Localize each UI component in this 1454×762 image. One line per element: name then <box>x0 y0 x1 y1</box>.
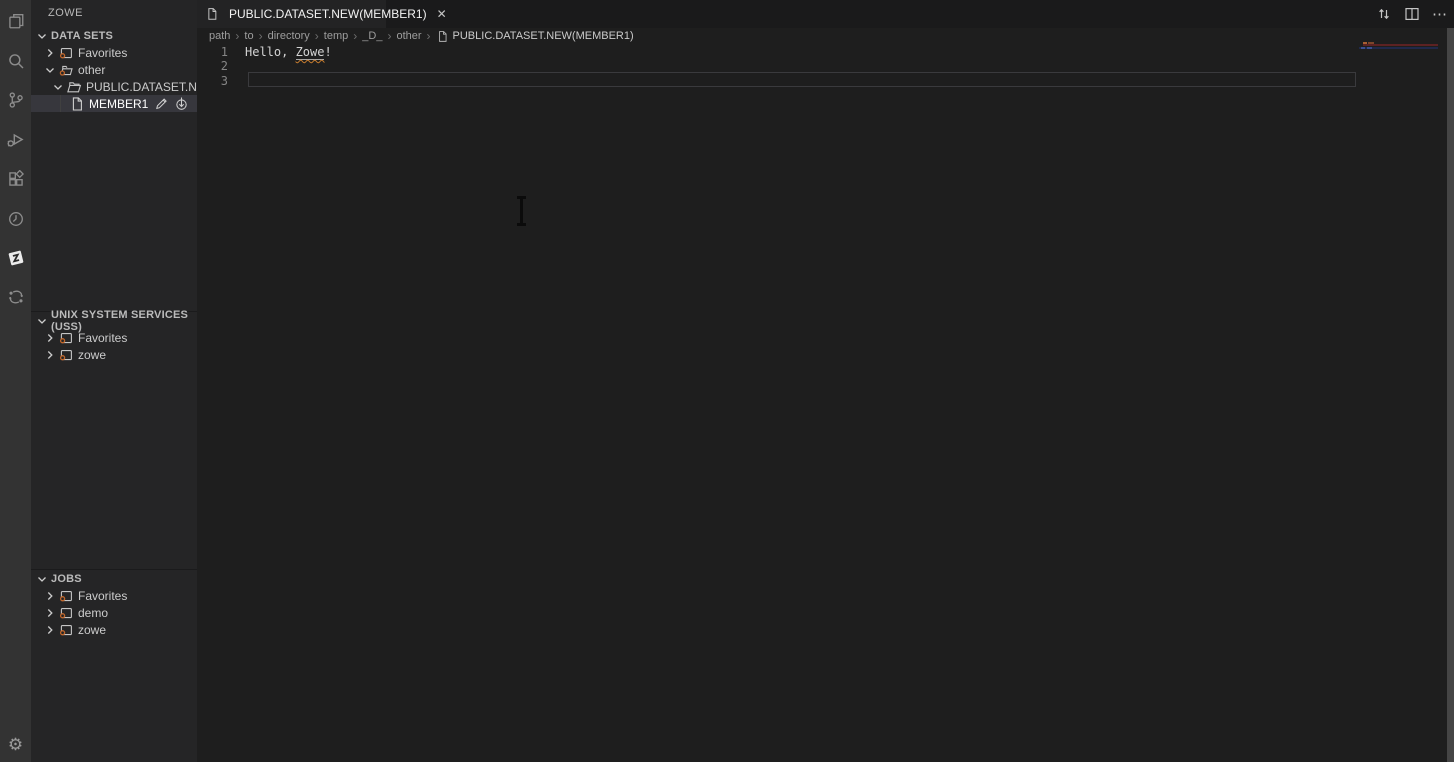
code-line-1: Hello, Zowe! <box>245 45 332 59</box>
breadcrumb-item[interactable]: to <box>244 30 253 42</box>
misspelled-word: Zowe <box>296 45 325 60</box>
session-icon <box>58 347 74 363</box>
breadcrumb-file-label: PUBLIC.DATASET.NEW(MEMBER1) <box>453 30 634 42</box>
chevron-right-icon <box>42 588 58 604</box>
breadcrumb-separator: › <box>259 30 263 42</box>
vertical-scrollbar[interactable] <box>1447 28 1454 762</box>
edit-pencil-icon[interactable] <box>154 96 169 111</box>
breadcrumb-item[interactable]: directory <box>268 30 310 42</box>
session-icon <box>58 45 74 61</box>
chevron-right-icon <box>42 622 58 638</box>
breadcrumb-separator: › <box>235 30 239 42</box>
extensions-icon[interactable] <box>0 164 31 194</box>
line-number: 3 <box>197 74 228 88</box>
tree-item-zowe-jobs[interactable]: zowe <box>31 621 197 638</box>
file-icon <box>205 6 219 22</box>
tab-bar: PUBLIC.DATASET.NEW(MEMBER1) ✕ ⋯ <box>197 0 1454 28</box>
compare-swap-icon[interactable] <box>1376 6 1392 22</box>
download-member-icon[interactable] <box>174 96 189 111</box>
pane-header-jobs[interactable]: JOBS <box>31 570 197 587</box>
session-open-icon <box>58 62 74 78</box>
code-editor[interactable]: 1 2 3 Hello, Zowe! <box>197 44 1454 762</box>
sidebar-title: ZOWE <box>31 0 197 27</box>
tree-item-member1[interactable]: MEMBER1 <box>31 95 197 112</box>
tree-item-favorites-jobs[interactable]: Favorites <box>31 587 197 604</box>
more-actions-icon[interactable]: ⋯ <box>1432 6 1448 22</box>
chevron-right-icon <box>42 45 58 61</box>
vscode-window: ⚙ ZOWE DATA SETS <box>0 0 1454 762</box>
breadcrumb: path › to › directory › temp › _D_ › oth… <box>197 28 1454 44</box>
editor-actions: ⋯ <box>1376 0 1448 28</box>
folder-opened-icon <box>66 79 82 95</box>
tree-item-favorites-datasets[interactable]: Favorites <box>31 44 197 61</box>
file-icon <box>69 96 85 112</box>
breadcrumb-item-file[interactable]: PUBLIC.DATASET.NEW(MEMBER1) <box>436 28 634 44</box>
search-icon[interactable] <box>0 46 31 76</box>
code-lines: Hello, Zowe! <box>245 45 332 88</box>
tree-item-zowe-uss[interactable]: zowe <box>31 346 197 363</box>
breadcrumb-separator: › <box>387 30 391 42</box>
line-number-gutter: 1 2 3 <box>197 45 228 88</box>
session-icon <box>58 588 74 604</box>
pane-data-sets: DATA SETS Favorites <box>31 27 197 112</box>
code-line-2 <box>245 59 332 73</box>
session-icon <box>58 605 74 621</box>
pane-jobs: JOBS Favorites <box>31 569 197 638</box>
pane-uss: UNIX SYSTEM SERVICES (USS) Favorites <box>31 311 197 363</box>
source-control-icon[interactable] <box>0 85 31 115</box>
breadcrumb-item[interactable]: path <box>209 30 230 42</box>
chevron-right-icon <box>42 330 58 346</box>
breadcrumb-separator: › <box>315 30 319 42</box>
current-line-highlight <box>248 72 1356 87</box>
line-number: 2 <box>197 59 228 73</box>
line-number: 1 <box>197 45 228 59</box>
close-icon[interactable]: ✕ <box>437 8 447 20</box>
indent-guide <box>60 95 61 112</box>
minimap-selection-mark <box>1367 47 1372 49</box>
mouse-ibeam-cursor <box>515 196 528 226</box>
split-editor-icon[interactable] <box>1404 6 1420 22</box>
breadcrumb-separator: › <box>353 30 357 42</box>
pane-header-uss[interactable]: UNIX SYSTEM SERVICES (USS) <box>31 312 197 329</box>
pane-header-data-sets[interactable]: DATA SETS <box>31 27 197 44</box>
chevron-down-icon <box>34 28 50 44</box>
inline-actions <box>154 95 189 112</box>
sync-icon[interactable] <box>0 282 31 312</box>
chevron-down-icon <box>34 571 50 587</box>
breadcrumb-item[interactable]: other <box>396 30 421 42</box>
tab-label: PUBLIC.DATASET.NEW(MEMBER1) <box>229 7 427 21</box>
zowe-sidebar: ZOWE DATA SETS Favorites <box>31 0 197 762</box>
tree-item-demo-jobs[interactable]: demo <box>31 604 197 621</box>
editor-group: PUBLIC.DATASET.NEW(MEMBER1) ✕ ⋯ <box>197 0 1454 762</box>
activity-bar: ⚙ <box>0 0 31 762</box>
explorer-icon[interactable] <box>0 6 31 36</box>
session-icon <box>58 622 74 638</box>
chevron-down-icon <box>34 313 50 329</box>
minimap-squiggle-mark <box>1363 44 1438 46</box>
zowe-explorer-icon[interactable] <box>0 243 31 273</box>
tab-public-dataset-new-member1[interactable]: PUBLIC.DATASET.NEW(MEMBER1) ✕ <box>197 0 386 28</box>
chevron-right-icon <box>42 605 58 621</box>
breadcrumb-item[interactable]: temp <box>324 30 348 42</box>
chevron-right-icon <box>42 347 58 363</box>
chevron-down-icon <box>50 79 66 95</box>
minimap-selection-mark <box>1361 47 1365 49</box>
chevron-down-icon <box>42 62 58 78</box>
run-debug-icon[interactable] <box>0 124 31 154</box>
breadcrumb-item[interactable]: _D_ <box>362 30 382 42</box>
file-icon <box>436 28 450 44</box>
tree-item-profile-other[interactable]: other <box>31 61 197 78</box>
code-line-3 <box>245 74 332 88</box>
breadcrumb-separator: › <box>427 30 431 42</box>
settings-gear-icon[interactable]: ⚙ <box>0 729 31 759</box>
history-icon[interactable] <box>0 204 31 234</box>
tree-item-public-dataset-new[interactable]: PUBLIC.DATASET.NEW <box>31 78 197 95</box>
session-icon <box>58 330 74 346</box>
tree-item-favorites-uss[interactable]: Favorites <box>31 329 197 346</box>
